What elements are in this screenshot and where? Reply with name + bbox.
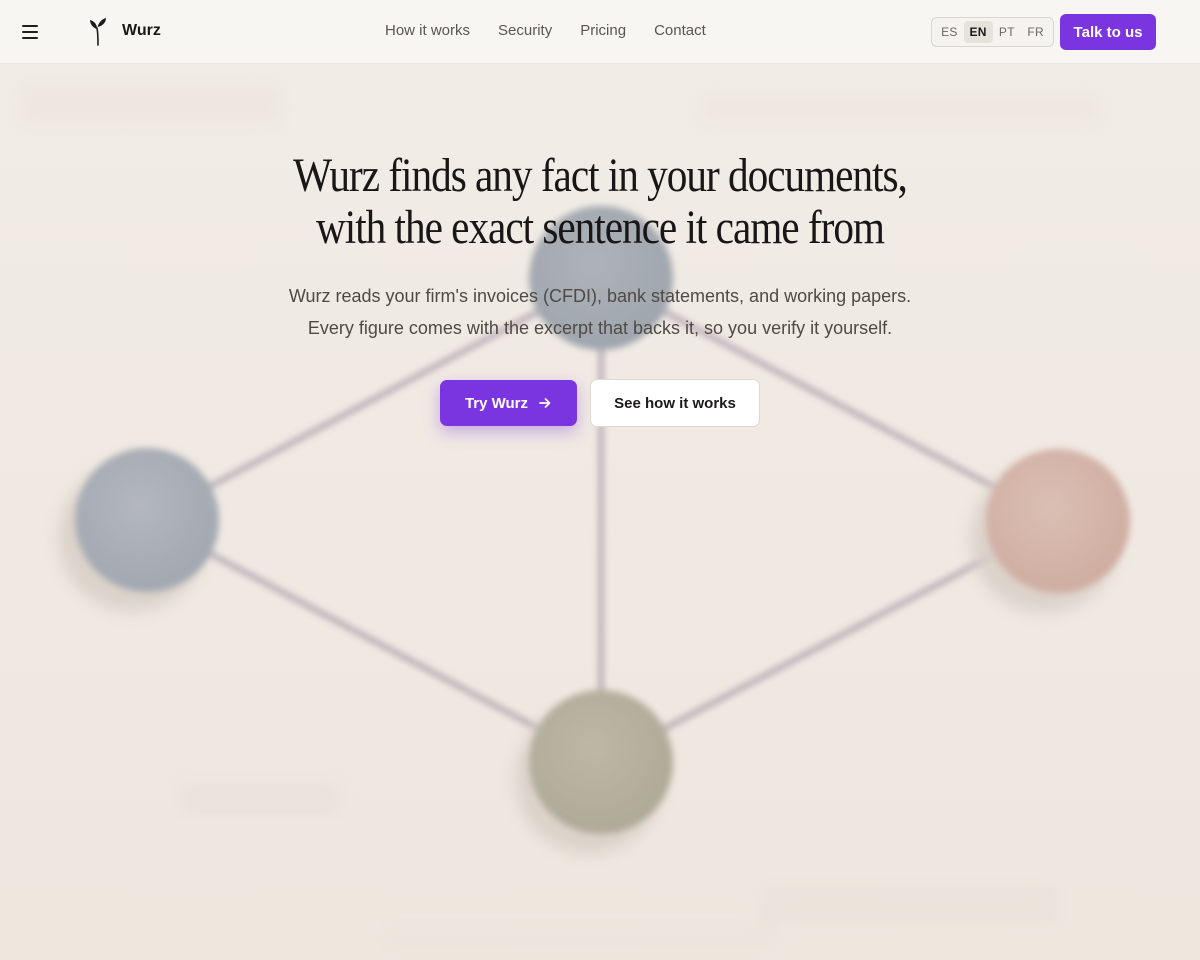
nav-pricing[interactable]: Pricing bbox=[566, 22, 640, 39]
headline-line-2: with the exact sentence it came from bbox=[315, 201, 885, 254]
subtitle-line-1: Wurz reads your firm's invoices (CFDI), … bbox=[288, 286, 912, 306]
hero-section: Wurz finds any fact in your documents, w… bbox=[0, 64, 1200, 427]
language-switcher: ES EN PT FR bbox=[931, 17, 1054, 47]
brand-name[interactable]: Wurz bbox=[122, 22, 161, 40]
talk-to-us-button[interactable]: Talk to us bbox=[1060, 14, 1156, 50]
sprout-icon bbox=[90, 18, 106, 46]
hero-cta-row: Try Wurz See how it works bbox=[0, 379, 1200, 427]
graph-node-right bbox=[986, 449, 1130, 593]
arrow-right-icon bbox=[539, 398, 551, 408]
subtitle-line-2: Every figure comes with the excerpt that… bbox=[307, 318, 893, 338]
graph-node-left bbox=[75, 448, 219, 592]
lang-en[interactable]: EN bbox=[963, 21, 993, 43]
hero-subtitle: Wurz reads your firm's invoices (CFDI), … bbox=[0, 280, 1200, 344]
menu-icon[interactable] bbox=[18, 20, 42, 44]
main-nav: How it works Security Pricing Contact bbox=[371, 22, 720, 39]
lang-fr[interactable]: FR bbox=[1021, 21, 1050, 43]
try-wurz-label: Try Wurz bbox=[464, 394, 529, 412]
lang-pt[interactable]: PT bbox=[993, 21, 1022, 43]
site-header: Wurz How it works Security Pricing Conta… bbox=[0, 0, 1200, 64]
graph-node-bottom bbox=[529, 690, 673, 834]
hero-headline: Wurz finds any fact in your documents, w… bbox=[84, 150, 1116, 254]
lang-es[interactable]: ES bbox=[935, 21, 964, 43]
see-how-it-works-button[interactable]: See how it works bbox=[590, 379, 760, 427]
try-wurz-button[interactable]: Try Wurz bbox=[440, 380, 577, 426]
nav-how-it-works[interactable]: How it works bbox=[371, 22, 484, 39]
nav-security[interactable]: Security bbox=[484, 22, 566, 39]
headline-line-1: Wurz finds any fact in your documents, bbox=[293, 149, 908, 202]
nav-contact[interactable]: Contact bbox=[640, 22, 720, 39]
